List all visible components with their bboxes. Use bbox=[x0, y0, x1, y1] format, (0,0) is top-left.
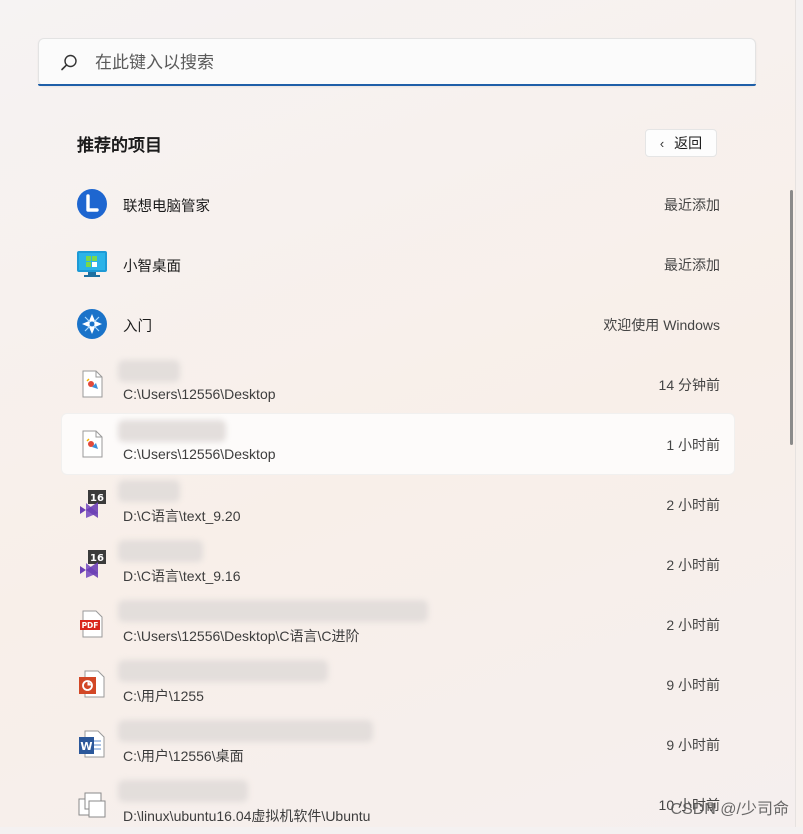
item-meta: 14 分钟前 bbox=[658, 377, 720, 393]
back-button-label: 返回 bbox=[674, 135, 703, 151]
item-meta: 9 小时前 bbox=[666, 677, 720, 693]
redacted-filename bbox=[118, 660, 328, 682]
item-meta: 1 小时前 bbox=[666, 437, 720, 453]
recommended-list: 联想电脑管家 最近添加 小智桌面 最近添加 入门 欢迎使用 Windows C:… bbox=[62, 174, 734, 834]
svg-text:PDF: PDF bbox=[82, 621, 99, 630]
back-button[interactable]: ‹ 返回 bbox=[645, 129, 717, 157]
list-item[interactable]: 16 D:\C语言\text_9.16 2 小时前 bbox=[62, 534, 734, 594]
item-path: D:\linux\ubuntu16.04虚拟机软件\Ubuntu bbox=[123, 808, 371, 824]
item-path: D:\C语言\text_9.16 bbox=[123, 568, 241, 584]
item-meta: 2 小时前 bbox=[666, 497, 720, 513]
powerpoint-file-icon bbox=[79, 670, 105, 698]
redacted-filename bbox=[118, 780, 248, 802]
word-file-icon: W bbox=[79, 730, 105, 758]
svg-text:16: 16 bbox=[90, 553, 104, 564]
pdf-file-icon: PDF bbox=[80, 610, 103, 638]
list-item[interactable]: 16 D:\C语言\text_9.20 2 小时前 bbox=[62, 474, 734, 534]
item-meta: 最近添加 bbox=[664, 197, 720, 213]
watermark: CSDN @/少司命 bbox=[670, 801, 789, 818]
get-started-icon bbox=[77, 309, 107, 339]
list-item[interactable]: 联想电脑管家 最近添加 bbox=[62, 174, 734, 234]
search-icon bbox=[61, 54, 77, 71]
redacted-filename bbox=[118, 600, 428, 622]
item-meta: 最近添加 bbox=[664, 257, 720, 273]
scrollbar[interactable] bbox=[790, 190, 793, 445]
item-name: 联想电脑管家 bbox=[123, 199, 210, 215]
search-input[interactable] bbox=[93, 47, 717, 79]
list-item[interactable]: 入门 欢迎使用 Windows bbox=[62, 294, 734, 354]
section-title: 推荐的项目 bbox=[77, 136, 162, 155]
redacted-filename bbox=[118, 540, 203, 562]
list-item[interactable]: W C:\用户\12556\桌面 9 小时前 bbox=[62, 714, 734, 774]
item-path: C:\Users\12556\Desktop bbox=[123, 386, 276, 402]
chevron-left-icon: ‹ bbox=[659, 135, 665, 151]
item-name: 小智桌面 bbox=[123, 259, 181, 275]
list-item[interactable]: C:\Users\12556\Desktop 14 分钟前 bbox=[62, 354, 734, 414]
item-path: D:\C语言\text_9.20 bbox=[123, 508, 241, 524]
list-item[interactable]: C:\用户\1255 9 小时前 bbox=[62, 654, 734, 714]
image-file-icon bbox=[82, 370, 103, 398]
start-menu-panel: 推荐的项目 ‹ 返回 联想电脑管家 最近添加 bbox=[0, 0, 796, 827]
svg-text:16: 16 bbox=[90, 493, 104, 504]
list-item[interactable]: C:\Users\12556\Desktop 1 小时前 bbox=[62, 414, 734, 474]
svg-text:W: W bbox=[80, 740, 92, 753]
item-meta: 欢迎使用 Windows bbox=[603, 317, 720, 333]
item-name: 入门 bbox=[123, 319, 152, 335]
redacted-filename bbox=[118, 360, 180, 382]
lenovo-pc-manager-icon bbox=[77, 189, 107, 219]
item-path: C:\Users\12556\Desktop bbox=[123, 446, 276, 462]
item-path: C:\Users\12556\Desktop\C语言\C进阶 bbox=[123, 628, 360, 644]
list-item[interactable]: 小智桌面 最近添加 bbox=[62, 234, 734, 294]
desktop-app-icon bbox=[77, 251, 107, 277]
list-item[interactable]: PDF C:\Users\12556\Desktop\C语言\C进阶 2 小时前 bbox=[62, 594, 734, 654]
item-meta: 2 小时前 bbox=[666, 557, 720, 573]
redacted-filename bbox=[118, 480, 180, 502]
item-meta: 2 小时前 bbox=[666, 617, 720, 633]
redacted-filename bbox=[118, 420, 226, 442]
visual-studio-icon: 16 bbox=[80, 490, 106, 518]
image-file-icon bbox=[82, 430, 103, 458]
visual-studio-icon: 16 bbox=[80, 550, 106, 578]
item-meta: 9 小时前 bbox=[666, 737, 720, 753]
item-path: C:\用户\12556\桌面 bbox=[123, 748, 244, 764]
search-box[interactable] bbox=[38, 38, 756, 86]
redacted-filename bbox=[118, 720, 373, 742]
virtual-machine-file-icon bbox=[78, 792, 106, 818]
item-path: C:\用户\1255 bbox=[123, 688, 204, 704]
list-item[interactable]: D:\linux\ubuntu16.04虚拟机软件\Ubuntu 10 小时前 bbox=[62, 774, 734, 834]
